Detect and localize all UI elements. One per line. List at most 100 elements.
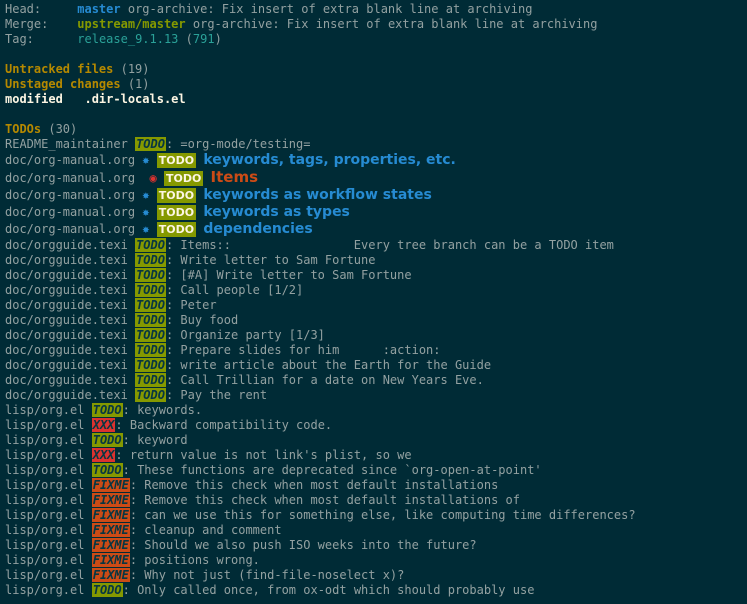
merge-label: Merge: xyxy=(5,17,49,31)
todo-row[interactable]: lisp/org.el TODO: keyword xyxy=(5,433,742,448)
todo-keyword: TODO xyxy=(135,298,166,313)
todo-file[interactable]: doc/orgguide.texi xyxy=(5,388,128,402)
todo-row[interactable]: lisp/org.el FIXME: positions wrong. xyxy=(5,553,742,568)
todo-row[interactable]: doc/orgguide.texi TODO: Call people [1/2… xyxy=(5,283,742,298)
todo-file[interactable]: doc/orgguide.texi xyxy=(5,373,128,387)
todo-file[interactable]: doc/orgguide.texi xyxy=(5,328,128,342)
todo-file[interactable]: doc/org-manual.org xyxy=(5,153,135,167)
todo-row[interactable]: doc/orgguide.texi TODO: write article ab… xyxy=(5,358,742,373)
padding xyxy=(135,171,149,185)
todo-row[interactable]: doc/orgguide.texi TODO: Organize party [… xyxy=(5,328,742,343)
todo-text: : Call Trillian for a date on New Years … xyxy=(165,373,484,388)
todo-row[interactable]: doc/org-manual.org ◉ TODO Items xyxy=(5,169,742,187)
todo-row[interactable]: lisp/org.el FIXME: Remove this check whe… xyxy=(5,478,742,493)
todo-row[interactable]: doc/org-manual.org ✸ TODO keywords as wo… xyxy=(5,187,742,204)
todo-file[interactable]: lisp/org.el xyxy=(5,523,84,537)
untracked-count: (19) xyxy=(120,62,150,76)
head-line[interactable]: Head: master org-archive: Fix insert of … xyxy=(5,2,742,17)
todo-row[interactable]: lisp/org.el FIXME: Why not just (find-fi… xyxy=(5,568,742,583)
todo-row[interactable]: README_maintainer TODO: =org-mode/testin… xyxy=(5,137,742,152)
todo-file[interactable]: lisp/org.el xyxy=(5,508,84,522)
todo-file[interactable]: lisp/org.el xyxy=(5,538,84,552)
todo-file[interactable]: doc/orgguide.texi xyxy=(5,343,128,357)
todo-row[interactable]: lisp/org.el FIXME: Remove this check whe… xyxy=(5,493,742,508)
todo-text: : =org-mode/testing= xyxy=(165,137,311,151)
todo-text: : Call people [1/2] xyxy=(165,283,304,298)
todo-text: : Only called once, from ox-odt which sh… xyxy=(122,583,535,598)
todo-row[interactable]: lisp/org.el FIXME: cleanup and comment xyxy=(5,523,742,538)
todo-row[interactable]: doc/org-manual.org ✸ TODO dependencies xyxy=(5,221,742,238)
todo-file[interactable]: doc/org-manual.org xyxy=(5,188,135,202)
todo-row[interactable]: lisp/org.el XXX: Backward compatibility … xyxy=(5,418,742,433)
modified-file[interactable]: .dir-locals.el xyxy=(84,92,185,106)
tag-name[interactable]: release_9.1.13 xyxy=(77,32,178,46)
todo-text: : cleanup and comment xyxy=(129,523,282,538)
unstaged-section-header[interactable]: Unstaged changes (1) xyxy=(5,77,742,92)
todo-file[interactable]: doc/orgguide.texi xyxy=(5,238,128,252)
todo-text: : Backward compatibility code. xyxy=(115,418,333,433)
merge-branch[interactable]: upstream/master xyxy=(77,17,185,31)
todo-keyword: TODO xyxy=(135,328,166,343)
todo-file[interactable]: doc/org-manual.org xyxy=(5,205,135,219)
modified-status: modified xyxy=(5,92,63,106)
todo-row[interactable]: doc/org-manual.org ✸ TODO keywords as ty… xyxy=(5,204,742,221)
unstaged-count: (1) xyxy=(127,77,150,91)
todo-file[interactable]: doc/orgguide.texi xyxy=(5,298,128,312)
todo-file[interactable]: doc/orgguide.texi xyxy=(5,268,128,282)
merge-line[interactable]: Merge: upstream/master org-archive: Fix … xyxy=(5,17,742,32)
todo-file[interactable]: README_maintainer xyxy=(5,137,128,151)
todo-row[interactable]: doc/orgguide.texi TODO: Prepare slides f… xyxy=(5,343,742,358)
todo-file[interactable]: doc/orgguide.texi xyxy=(5,313,128,327)
untracked-section-header[interactable]: Untracked files (19) xyxy=(5,62,742,77)
todo-file[interactable]: lisp/org.el xyxy=(5,463,84,477)
heading-title: keywords as types xyxy=(203,203,350,220)
star-bullet-icon: ✸ xyxy=(142,187,150,202)
todo-row[interactable]: doc/orgguide.texi TODO: Items:: Every tr… xyxy=(5,238,742,253)
todo-keyword: TODO xyxy=(135,358,166,373)
todo-file[interactable]: doc/org-manual.org xyxy=(5,171,135,185)
todo-row[interactable]: doc/orgguide.texi TODO: Peter xyxy=(5,298,742,313)
todos-section-header[interactable]: TODOs (30) xyxy=(5,122,742,137)
todo-file[interactable]: doc/orgguide.texi xyxy=(5,358,128,372)
todo-text: : Write letter to Sam Fortune xyxy=(165,253,376,268)
todo-keyword: TODO xyxy=(135,137,166,151)
todo-file[interactable]: doc/orgguide.texi xyxy=(5,283,128,297)
todo-row[interactable]: lisp/org.el XXX: return value is not lin… xyxy=(5,448,742,463)
fixme-keyword: FIXME xyxy=(91,478,130,493)
tag-line[interactable]: Tag: release_9.1.13 (791) xyxy=(5,32,742,47)
todo-row[interactable]: lisp/org.el FIXME: Should we also push I… xyxy=(5,538,742,553)
todo-text: : Organize party [1/3] xyxy=(165,328,325,343)
fixme-keyword: FIXME xyxy=(91,553,130,568)
todo-row[interactable]: lisp/org.el TODO: keywords. xyxy=(5,403,742,418)
todo-row[interactable]: doc/orgguide.texi TODO: Buy food xyxy=(5,313,742,328)
merge-message: org-archive: Fix insert of extra blank l… xyxy=(192,17,598,31)
todo-text: : keyword xyxy=(122,433,188,448)
todos-count: (30) xyxy=(48,122,78,136)
todo-row[interactable]: lisp/org.el TODO: These functions are de… xyxy=(5,463,742,478)
todo-row[interactable]: doc/org-manual.org ✸ TODO keywords, tags… xyxy=(5,152,742,169)
todo-text: : positions wrong. xyxy=(129,553,260,568)
todo-row[interactable]: doc/orgguide.texi TODO: Pay the rent xyxy=(5,388,742,403)
todo-text: : write article about the Earth for the … xyxy=(165,358,492,373)
todo-file[interactable]: lisp/org.el xyxy=(5,493,84,507)
modified-file-row[interactable]: modified .dir-locals.el xyxy=(5,92,742,107)
todo-file[interactable]: lisp/org.el xyxy=(5,448,84,462)
todo-row[interactable]: doc/orgguide.texi TODO: [#A] Write lette… xyxy=(5,268,742,283)
todo-row[interactable]: lisp/org.el FIXME: can we use this for s… xyxy=(5,508,742,523)
todo-file[interactable]: doc/orgguide.texi xyxy=(5,253,128,267)
todo-row[interactable]: doc/orgguide.texi TODO: Call Trillian fo… xyxy=(5,373,742,388)
todo-keyword: TODO xyxy=(135,238,166,253)
todo-file[interactable]: lisp/org.el xyxy=(5,418,84,432)
head-branch[interactable]: master xyxy=(77,2,120,16)
todo-file[interactable]: lisp/org.el xyxy=(5,478,84,492)
todo-file[interactable]: lisp/org.el xyxy=(5,433,84,447)
todo-file[interactable]: lisp/org.el xyxy=(5,583,84,597)
todo-file[interactable]: lisp/org.el xyxy=(5,568,84,582)
todo-file[interactable]: lisp/org.el xyxy=(5,403,84,417)
todo-row[interactable]: doc/orgguide.texi TODO: Write letter to … xyxy=(5,253,742,268)
todo-text: : [#A] Write letter to Sam Fortune xyxy=(165,268,412,283)
todo-row[interactable]: lisp/org.el TODO: Only called once, from… xyxy=(5,583,742,598)
todo-text: : Prepare slides for him :action: xyxy=(165,343,441,358)
todo-file[interactable]: doc/org-manual.org xyxy=(5,222,135,236)
todo-file[interactable]: lisp/org.el xyxy=(5,553,84,567)
